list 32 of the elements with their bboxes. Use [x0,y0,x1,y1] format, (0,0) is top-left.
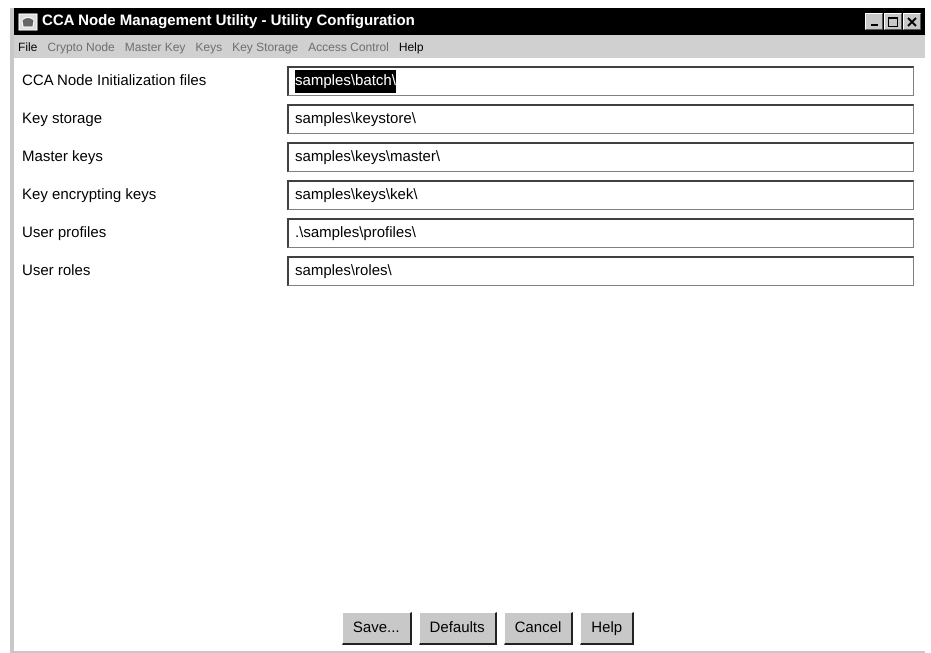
field-label: User roles [22,260,92,281]
window-title: CCA Node Management Utility - Utility Configuration [42,11,416,32]
maximize-button[interactable] [884,13,902,30]
field-label: User profiles [22,222,108,243]
field-label: CCA Node Initialization files [22,70,208,91]
input-field[interactable]: samples\keystore\ [287,104,914,134]
field-value: .\samples\profiles\ [295,223,416,244]
minimize-icon [870,24,878,26]
input-field[interactable]: samples\batch\ [287,66,914,96]
dialog-button[interactable]: Cancel [504,612,574,645]
close-button[interactable] [903,13,921,30]
app-icon [18,12,38,30]
field-value: samples\batch\ [295,70,396,93]
field-value: samples\keys\master\ [295,147,440,168]
field-label: Key encrypting keys [22,184,158,205]
minimize-button[interactable] [865,13,883,30]
input-field[interactable]: samples\keys\master\ [287,142,914,172]
maximize-icon [888,16,898,26]
menu-item[interactable]: File [18,38,38,56]
field-value: samples\roles\ [295,261,392,282]
dialog-button[interactable]: Save... [342,612,412,645]
input-field[interactable]: samples\roles\ [287,256,914,286]
field-value: samples\keys\kek\ [295,185,418,206]
close-icon [907,16,917,26]
input-field[interactable]: .\samples\profiles\ [287,218,914,248]
field-label: Key storage [22,108,104,129]
dialog-button[interactable]: Defaults [418,612,497,645]
dialog-button[interactable]: Help [580,612,634,645]
menu-item[interactable]: Help [398,38,424,56]
input-field[interactable]: samples\keys\kek\ [287,180,914,210]
field-value: samples\keystore\ [295,109,416,130]
field-label: Master keys [22,146,104,167]
